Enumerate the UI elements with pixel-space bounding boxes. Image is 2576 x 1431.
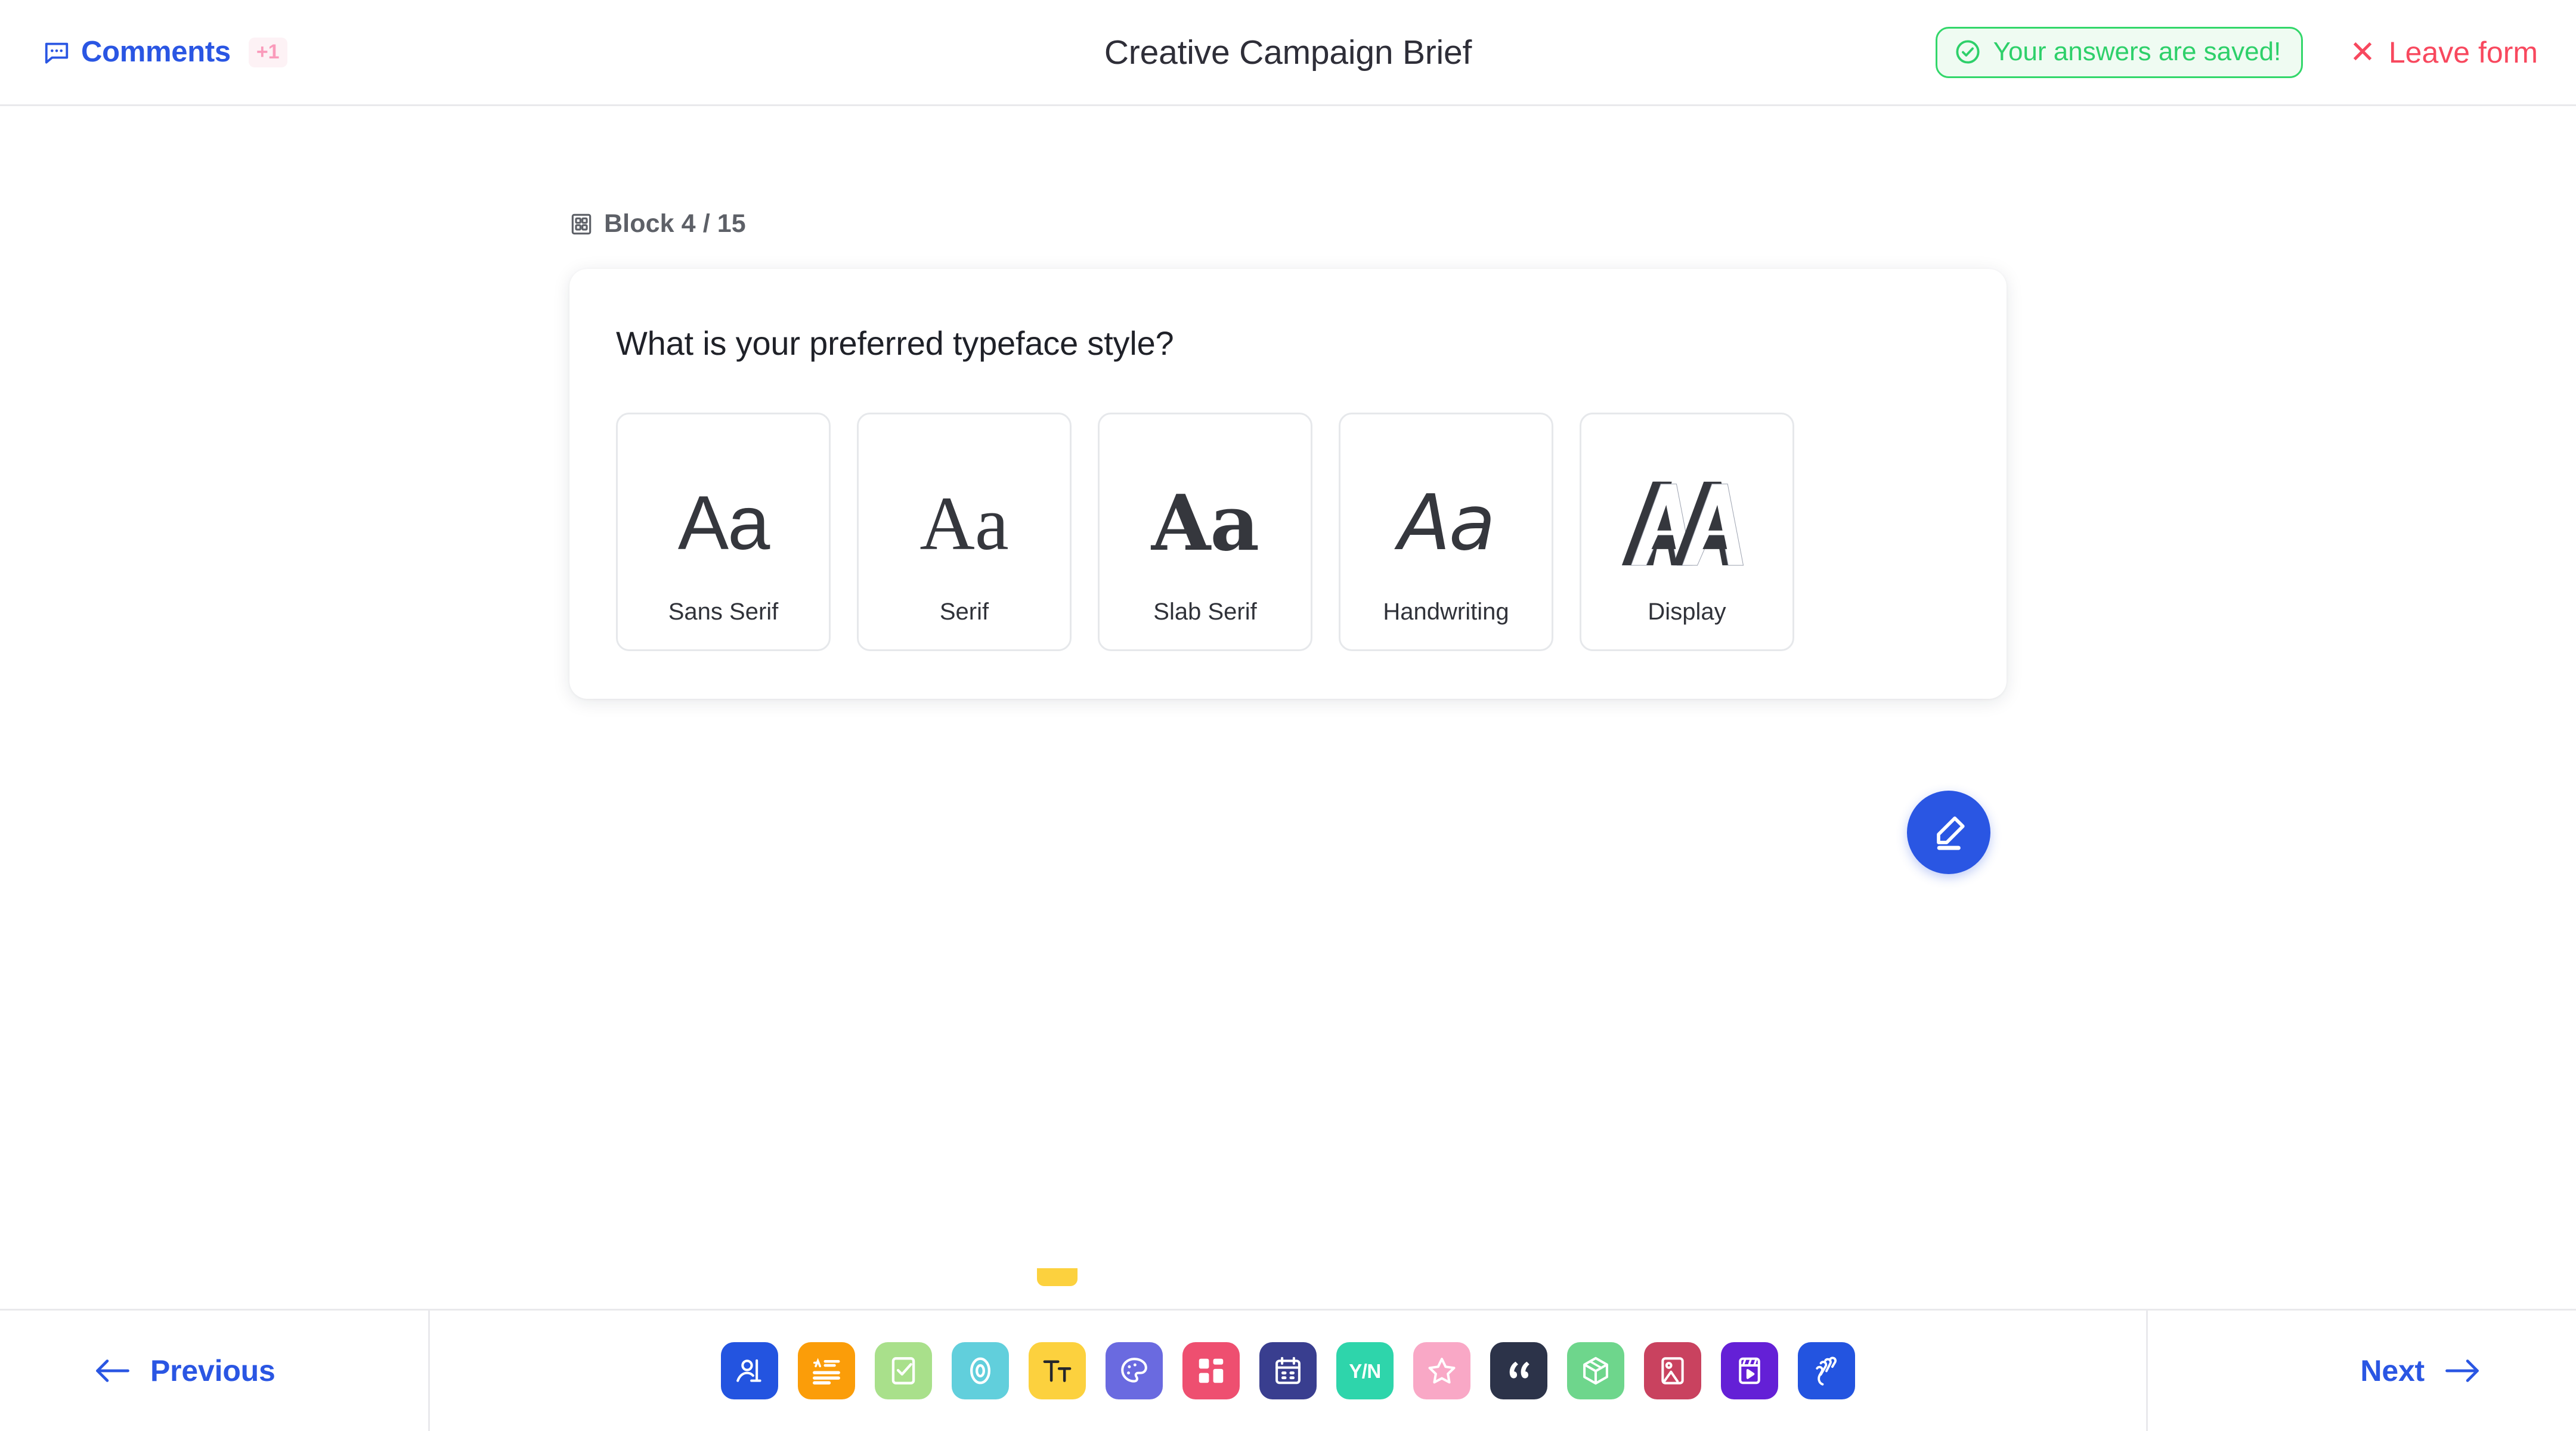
tool-typography[interactable]: [1029, 1342, 1086, 1399]
page-title: Creative Campaign Brief: [1104, 33, 1472, 72]
form-runner-app: Comments +1 Creative Campaign Brief Your…: [0, 0, 2576, 1431]
option-preview: Aa: [618, 448, 829, 599]
grid-blocks-icon: [1199, 1358, 1224, 1383]
tool-quote[interactable]: [1490, 1342, 1547, 1399]
status-badge-saved: Your answers are saved!: [1935, 26, 2303, 78]
tool-rating[interactable]: [1413, 1342, 1470, 1399]
typography-tt-icon: [1043, 1360, 1072, 1382]
tool-speaker[interactable]: [721, 1342, 778, 1399]
option-display[interactable]: Display: [1580, 413, 1794, 651]
typeface-options-row: Aa Sans Serif Aa Serif Aa Slab Serif Aa …: [616, 413, 1960, 651]
calendar-icon: [1275, 1356, 1301, 1384]
option-preview: [1581, 448, 1792, 599]
option-handwriting[interactable]: Aa Handwriting: [1339, 413, 1553, 651]
target-circle-icon: [970, 1357, 990, 1384]
header-right-group: Your answers are saved! ✕ Leave form: [1935, 26, 2538, 78]
block-type-toolbar-wrapper: Y/N: [428, 1311, 2148, 1431]
option-slab-serif[interactable]: Aa Slab Serif: [1098, 413, 1312, 651]
yes-no-icon: Y/N: [1349, 1359, 1381, 1382]
arrow-left-icon: [96, 1359, 129, 1382]
block-indicator: Block 4 / 15: [569, 211, 2007, 237]
tool-palette[interactable]: [1106, 1342, 1163, 1399]
option-label: Serif: [939, 599, 989, 625]
option-preview: Aa: [859, 448, 1070, 599]
preview-glyph-slab-serif: Aa: [1151, 478, 1259, 568]
next-button[interactable]: Next: [2148, 1311, 2576, 1431]
close-icon: ✕: [2349, 35, 2376, 70]
tool-product[interactable]: [1567, 1342, 1624, 1399]
option-label: Slab Serif: [1153, 599, 1257, 625]
color-palette-icon: [1121, 1358, 1147, 1383]
app-footer: Previous Y/N Next: [0, 1309, 2576, 1431]
option-label: Sans Serif: [668, 599, 779, 625]
option-sans-serif[interactable]: Aa Sans Serif: [616, 413, 831, 651]
leave-form-button[interactable]: ✕ Leave form: [2349, 37, 2538, 68]
box-cube-icon: [1583, 1356, 1608, 1385]
tool-video[interactable]: [1721, 1342, 1778, 1399]
content-column: Block 4 / 15 What is your preferred type…: [569, 211, 2007, 699]
form-body: Block 4 / 15 What is your preferred type…: [0, 106, 2576, 1309]
video-clapper-icon: [1739, 1357, 1760, 1384]
option-label: Display: [1648, 599, 1726, 625]
image-picture-icon: [1661, 1357, 1684, 1384]
arrow-right-icon: [2445, 1359, 2479, 1382]
check-circle-icon: [1956, 39, 1980, 64]
comments-button[interactable]: Comments +1: [43, 36, 287, 68]
comments-label: Comments: [81, 36, 231, 68]
option-preview: Aa: [1100, 448, 1311, 599]
next-label: Next: [2360, 1354, 2425, 1387]
app-header: Comments +1 Creative Campaign Brief Your…: [0, 0, 2576, 106]
tool-grid[interactable]: [1182, 1342, 1240, 1399]
comments-count-badge: +1: [248, 37, 287, 67]
tool-checklist[interactable]: [875, 1342, 932, 1399]
preview-glyph-handwriting: Aa: [1398, 478, 1496, 568]
blocks-grid-icon: [571, 213, 592, 234]
previous-label: Previous: [150, 1354, 275, 1387]
waving-hand-icon: [1816, 1356, 1837, 1386]
star-rating-icon: [1428, 1358, 1456, 1384]
leave-form-label: Leave form: [2388, 35, 2538, 69]
saved-status-text: Your answers are saved!: [1993, 36, 2281, 66]
tool-long-text[interactable]: [798, 1342, 855, 1399]
block-type-toolbar: Y/N: [721, 1342, 1855, 1399]
edit-pencil-icon: [1937, 816, 1965, 850]
option-label: Handwriting: [1383, 599, 1509, 625]
tool-target[interactable]: [952, 1342, 1009, 1399]
tool-image[interactable]: [1644, 1342, 1701, 1399]
option-serif[interactable]: Aa Serif: [857, 413, 1072, 651]
quote-marks-icon: [1509, 1361, 1530, 1379]
tool-thanks[interactable]: [1798, 1342, 1855, 1399]
checkbox-list-icon: [891, 1357, 915, 1384]
preview-glyph-serif: Aa: [919, 481, 1009, 566]
question-card: What is your preferred typeface style? A…: [569, 269, 2007, 699]
previous-button[interactable]: Previous: [0, 1311, 428, 1431]
option-preview: Aa: [1340, 448, 1552, 599]
comment-bubble-icon: [45, 42, 69, 64]
preview-glyph-display-icon: [1621, 481, 1744, 566]
edit-form-fab[interactable]: [1907, 791, 1990, 874]
question-title: What is your preferred typeface style?: [616, 324, 1174, 362]
tool-calendar[interactable]: [1259, 1342, 1317, 1399]
text-lines-icon: [813, 1358, 840, 1384]
block-counter-label: Block 4 / 15: [604, 209, 746, 238]
tool-yes-no[interactable]: Y/N: [1336, 1342, 1394, 1399]
preview-glyph-sans-serif: Aa: [677, 480, 770, 566]
person-presenter-icon: [736, 1359, 761, 1382]
